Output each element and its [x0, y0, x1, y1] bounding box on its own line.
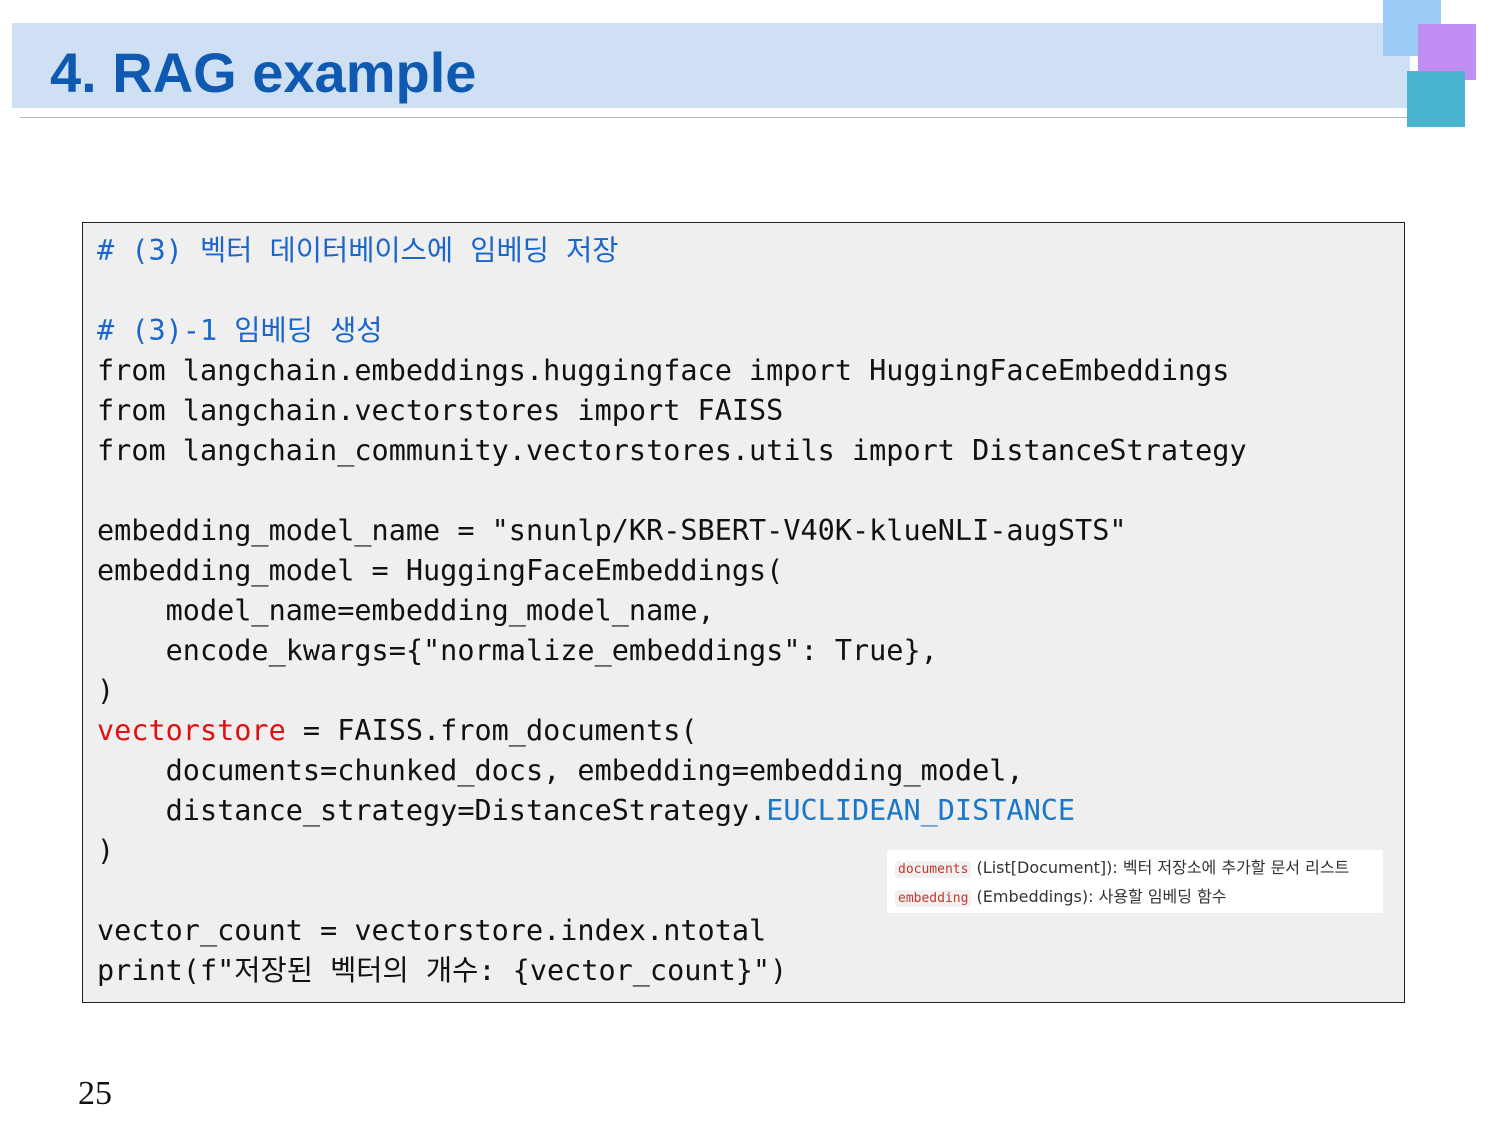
note-param-desc: (List[Document]): 벡터 저장소에 추가할 문서 리스트: [976, 858, 1350, 877]
highlighted-variable: vectorstore: [97, 714, 286, 747]
decorative-square-teal: [1407, 71, 1465, 127]
parameter-note: documents (List[Document]): 벡터 저장소에 추가할 …: [887, 850, 1383, 913]
code-line: documents=chunked_docs, embedding=embedd…: [97, 754, 1024, 787]
code-line: vector_count = vectorstore.index.ntotal: [97, 914, 767, 947]
note-param-name: documents: [895, 861, 972, 878]
code-line: from langchain.vectorstores import FAISS: [97, 394, 784, 427]
code-line: encode_kwargs={"normalize_embeddings": T…: [97, 634, 938, 667]
code-line: from langchain_community.vectorstores.ut…: [97, 434, 1247, 467]
code-line: from langchain.embeddings.huggingface im…: [97, 354, 1230, 387]
page-number: 25: [78, 1075, 112, 1112]
slide: 4. RAG example # (3) 벡터 데이터베이스에 임베딩 저장 #…: [0, 0, 1500, 1125]
note-param-name: embedding: [895, 890, 972, 907]
highlighted-constant: EUCLIDEAN_DISTANCE: [766, 794, 1076, 827]
code-line: ): [97, 674, 115, 707]
code-line: embedding_model_name = "snunlp/KR-SBERT-…: [97, 514, 1127, 547]
code-line: model_name=embedding_model_name,: [97, 594, 715, 627]
code-line: embedding_model = HuggingFaceEmbeddings(: [97, 554, 784, 587]
slide-title: 4. RAG example: [50, 41, 477, 104]
code-segment: = FAISS.from_documents(: [285, 714, 698, 747]
title-divider: [20, 117, 1410, 118]
code-comment-line: # (3)-1 임베딩 생성: [97, 314, 383, 347]
code-line: print(f"저장된 벡터의 개수: {vector_count}"): [97, 954, 788, 987]
code-line: distance_strategy=DistanceStrategy.EUCLI…: [97, 791, 1075, 831]
note-row: embedding (Embeddings): 사용할 임베딩 함수: [895, 886, 1227, 910]
code-line: vectorstore = FAISS.from_documents(: [97, 711, 698, 751]
note-param-desc: (Embeddings): 사용할 임베딩 함수: [976, 887, 1227, 906]
code-line: ): [97, 834, 115, 867]
code-segment: distance_strategy=DistanceStrategy.: [97, 794, 767, 827]
code-comment-line: # (3) 벡터 데이터베이스에 임베딩 저장: [97, 234, 619, 267]
note-row: documents (List[Document]): 벡터 저장소에 추가할 …: [895, 857, 1349, 881]
